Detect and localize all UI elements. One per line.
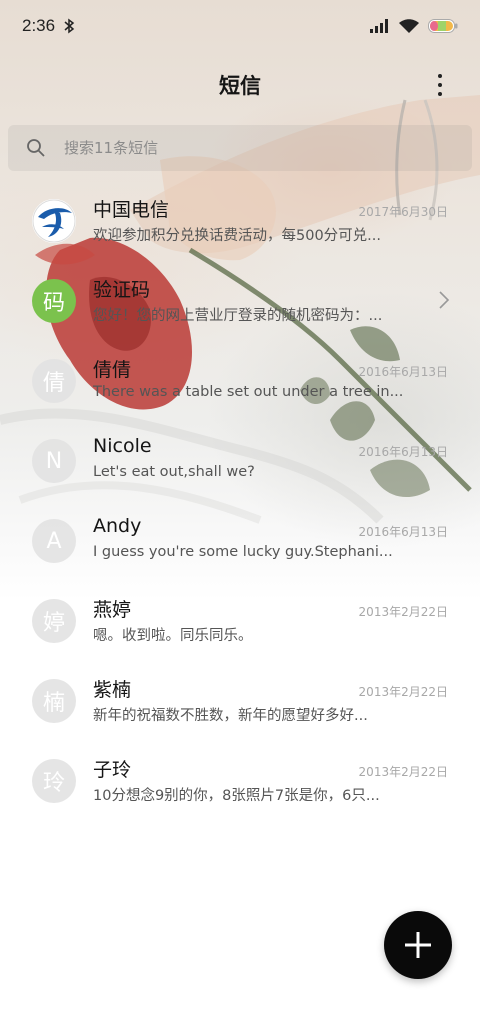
contact-name: Nicole <box>93 435 152 457</box>
bluetooth-icon <box>64 18 75 34</box>
contact-name: 倩倩 <box>93 359 132 381</box>
message-date: 2016年6月13日 <box>358 365 448 379</box>
search-bar[interactable] <box>8 125 472 171</box>
avatar: 倩 <box>32 359 76 403</box>
conversation-item[interactable]: 玲 子玲 10分想念9别的你，8张照片7张是你，6只... 2013年2月22日 <box>0 746 480 826</box>
chevron-right-icon <box>439 291 450 309</box>
contact-name: 验证码 <box>93 279 151 301</box>
contact-name: 子玲 <box>93 759 132 781</box>
message-preview: 您好！您的网上营业厅登录的随机密码为：... <box>93 308 383 324</box>
message-preview: 欢迎参加积分兑换话费活动，每500分可兑... <box>93 228 382 244</box>
new-message-button[interactable] <box>384 911 452 979</box>
message-preview: I guess you're some lucky guy.Stephani..… <box>93 544 393 560</box>
conversation-item[interactable]: 楠 紫楠 新年的祝福数不胜数，新年的愿望好多好... 2013年2月22日 <box>0 666 480 746</box>
battery-icon <box>428 19 458 33</box>
conversation-item[interactable]: A Andy I guess you're some lucky guy.Ste… <box>0 506 480 586</box>
message-date: 2016年6月13日 <box>358 525 448 539</box>
message-date: 2016年6月13日 <box>358 445 448 459</box>
header: 短信 <box>0 60 480 108</box>
message-preview: 嗯。收到啦。同乐同乐。 <box>93 628 253 644</box>
conversation-item[interactable]: N Nicole Let's eat out,shall we? 2016年6月… <box>0 426 480 506</box>
contact-name: 燕婷 <box>93 599 132 621</box>
status-bar: 2:36 <box>0 0 480 52</box>
avatar: 楠 <box>32 679 76 723</box>
signal-icon <box>370 19 388 33</box>
wifi-icon <box>399 18 419 33</box>
page-title: 短信 <box>219 74 261 98</box>
search-icon <box>27 139 45 157</box>
message-date: 2013年2月22日 <box>358 605 448 619</box>
conversation-item[interactable]: 码 验证码 您好！您的网上营业厅登录的随机密码为：... <box>0 266 480 346</box>
status-time: 2:36 <box>22 16 56 35</box>
message-preview: Let's eat out,shall we? <box>93 464 255 480</box>
search-input[interactable] <box>64 139 424 157</box>
plus-icon <box>405 932 431 958</box>
message-preview: 新年的祝福数不胜数，新年的愿望好多好... <box>93 708 368 724</box>
contact-name: 中国电信 <box>93 199 170 221</box>
avatar: A <box>32 519 76 563</box>
more-vertical-icon[interactable] <box>430 72 450 98</box>
message-date: 2017年6月30日 <box>358 205 448 219</box>
conversation-list: 中国电信 欢迎参加积分兑换话费活动，每500分可兑... 2017年6月30日 … <box>0 186 480 826</box>
message-preview: 10分想念9别的你，8张照片7张是你，6只... <box>93 788 380 804</box>
avatar: 玲 <box>32 759 76 803</box>
avatar: N <box>32 439 76 483</box>
telecom-logo <box>32 199 76 243</box>
avatar: 码 <box>32 279 76 323</box>
avatar: 婷 <box>32 599 76 643</box>
contact-name: Andy <box>93 515 142 537</box>
conversation-item[interactable]: 中国电信 欢迎参加积分兑换话费活动，每500分可兑... 2017年6月30日 <box>0 186 480 266</box>
avatar <box>32 199 76 243</box>
contact-name: 紫楠 <box>93 679 132 701</box>
message-preview: There was a table set out under a tree i… <box>93 384 403 400</box>
message-date: 2013年2月22日 <box>358 685 448 699</box>
message-date: 2013年2月22日 <box>358 765 448 779</box>
conversation-item[interactable]: 倩 倩倩 There was a table set out under a t… <box>0 346 480 426</box>
conversation-item[interactable]: 婷 燕婷 嗯。收到啦。同乐同乐。 2013年2月22日 <box>0 586 480 666</box>
